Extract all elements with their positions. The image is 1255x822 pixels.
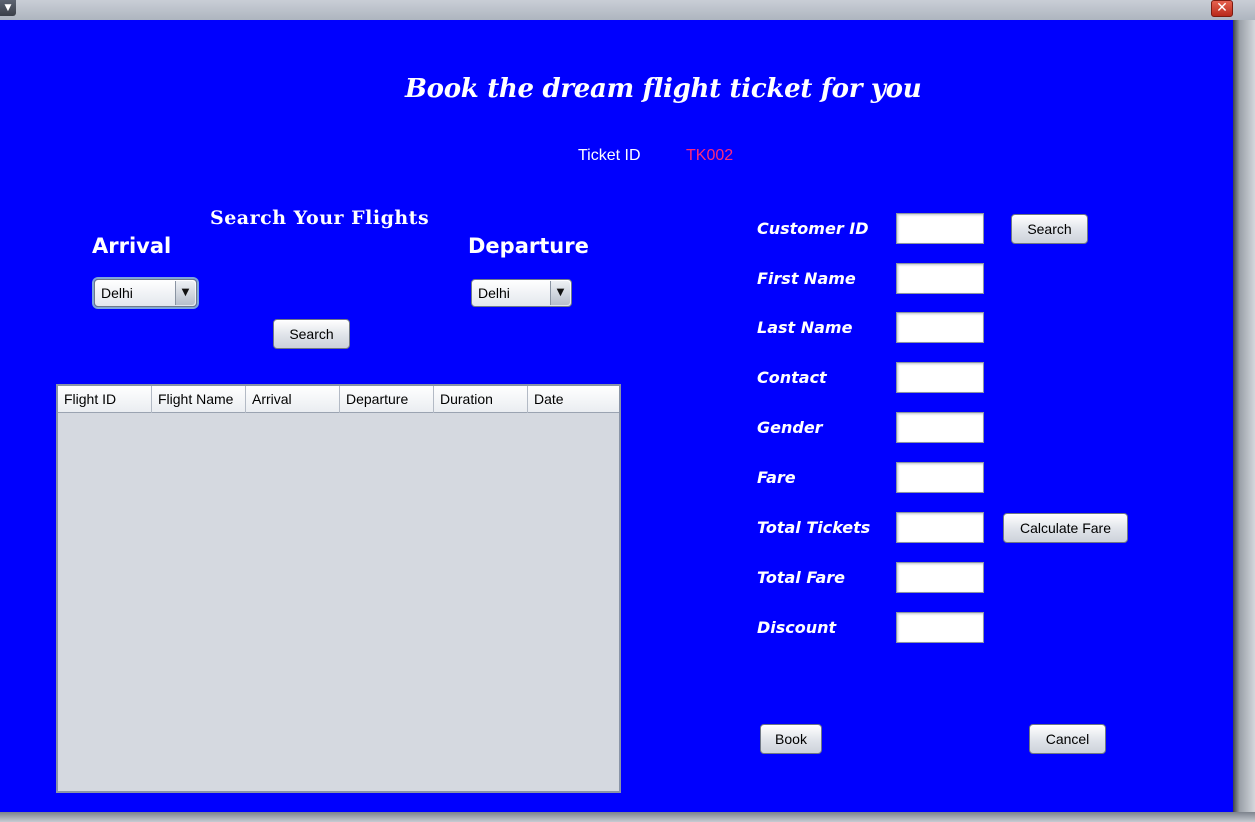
chevron-down-icon[interactable]: ▼ [550, 281, 570, 305]
flight-search-button[interactable]: Search [273, 319, 350, 349]
arrival-label: Arrival [92, 234, 172, 258]
ticket-id-label: Ticket ID [578, 147, 641, 164]
first-name-field[interactable] [896, 263, 984, 294]
total-tickets-label: Total Tickets [757, 518, 871, 537]
last-name-label: Last Name [757, 318, 853, 337]
column-header[interactable]: Flight Name [152, 386, 246, 413]
total-tickets-field[interactable] [896, 512, 984, 543]
window-frame-bottom [0, 812, 1255, 822]
chevron-down-icon[interactable]: ▼ [0, 0, 16, 16]
calculate-fare-button[interactable]: Calculate Fare [1003, 513, 1128, 543]
departure-select-value: Delhi [478, 285, 510, 301]
column-header[interactable]: Date [528, 386, 619, 413]
contact-field[interactable] [896, 362, 984, 393]
close-icon[interactable]: ✕ [1211, 0, 1233, 17]
departure-label: Departure [468, 234, 589, 258]
window-frame-right [1233, 20, 1255, 822]
gender-field[interactable] [896, 412, 984, 443]
gender-label: Gender [757, 418, 823, 437]
chevron-down-icon[interactable]: ▼ [175, 281, 195, 305]
customer-id-label: Customer ID [757, 219, 869, 238]
customer-search-button[interactable]: Search [1011, 214, 1088, 244]
flights-table[interactable]: Flight ID Flight Name Arrival Departure … [56, 384, 621, 793]
discount-label: Discount [757, 618, 837, 637]
customer-id-field[interactable] [896, 213, 984, 244]
contact-label: Contact [757, 368, 827, 387]
departure-select[interactable]: Delhi ▼ [471, 279, 572, 307]
page-title: Book the dream flight ticket for you [405, 74, 922, 104]
discount-field[interactable] [896, 612, 984, 643]
booking-panel: Book the dream flight ticket for you Tic… [0, 20, 1233, 812]
window-titlebar [0, 0, 1255, 20]
column-header[interactable]: Departure [340, 386, 434, 413]
column-header[interactable]: Flight ID [58, 386, 152, 413]
book-button[interactable]: Book [760, 724, 822, 754]
total-fare-label: Total Fare [757, 568, 845, 587]
ticket-id-value: TK002 [686, 147, 734, 164]
fare-field[interactable] [896, 462, 984, 493]
fare-label: Fare [757, 468, 796, 487]
first-name-label: First Name [757, 269, 856, 288]
arrival-select[interactable]: Delhi ▼ [94, 279, 197, 307]
last-name-field[interactable] [896, 312, 984, 343]
cancel-button[interactable]: Cancel [1029, 724, 1106, 754]
total-fare-field[interactable] [896, 562, 984, 593]
arrival-select-value: Delhi [101, 285, 133, 301]
flights-table-header: Flight ID Flight Name Arrival Departure … [58, 386, 619, 413]
search-flights-heading: Search Your Flights [210, 207, 430, 229]
column-header[interactable]: Arrival [246, 386, 340, 413]
column-header[interactable]: Duration [434, 386, 528, 413]
